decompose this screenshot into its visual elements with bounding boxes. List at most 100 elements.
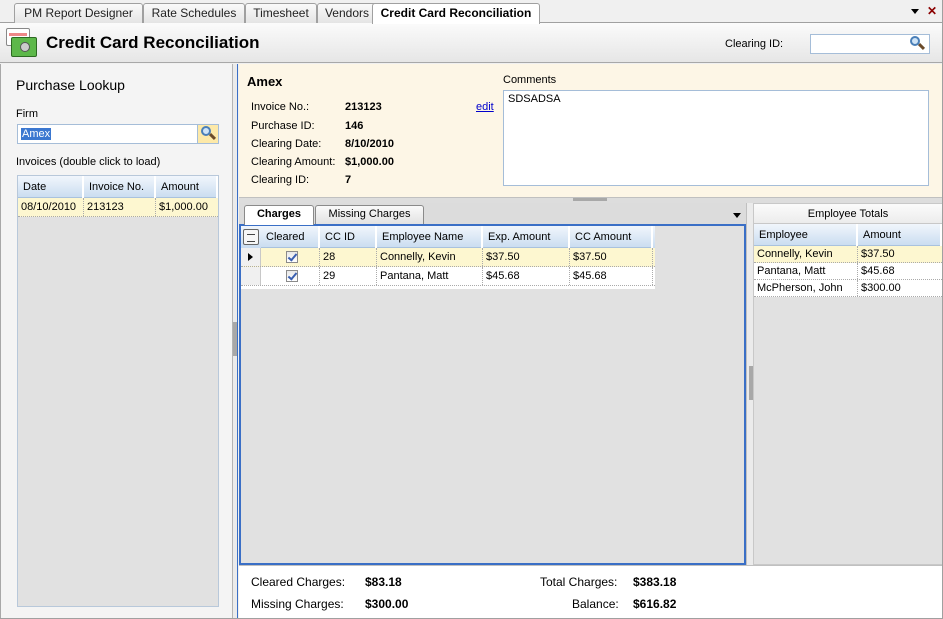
cc-amount: $45.68 xyxy=(570,267,653,285)
column-header-cleared[interactable]: Cleared xyxy=(261,226,320,248)
cc-amount: $37.50 xyxy=(570,248,653,266)
column-chooser-icon xyxy=(243,229,259,245)
clearing-date-value: 8/10/2010 xyxy=(345,138,394,150)
clearing-amount-value: $1,000.00 xyxy=(345,156,394,168)
row-selector[interactable] xyxy=(241,267,261,285)
employee-name: Connelly, Kevin xyxy=(377,248,483,266)
search-icon[interactable] xyxy=(908,36,926,52)
clearing-id-info-label: Clearing ID: xyxy=(251,174,310,186)
row-selector[interactable] xyxy=(241,248,261,266)
clearing-id-label: Clearing ID: xyxy=(725,38,784,50)
clearing-id-info-value: 7 xyxy=(345,174,352,186)
cc-id: 28 xyxy=(320,248,377,266)
balance-label: Balance: xyxy=(572,597,619,611)
tab-credit-card-reconciliation[interactable]: Credit Card Reconciliation xyxy=(372,3,540,24)
cleared-checkbox[interactable] xyxy=(285,270,298,282)
purchase-lookup-title: Purchase Lookup xyxy=(16,77,125,93)
edit-link[interactable]: edit xyxy=(476,101,494,113)
employee-total-row[interactable]: McPherson, John $300.00 xyxy=(754,280,942,297)
tab-timesheet[interactable]: Timesheet xyxy=(245,3,317,23)
invoices-grid-header: Date Invoice No. Amount xyxy=(18,176,218,198)
column-header-employee-name[interactable]: Employee Name xyxy=(377,226,483,248)
charges-menu-dropdown-icon[interactable] xyxy=(733,213,741,218)
employee-name: Pantana, Matt xyxy=(754,263,858,279)
clearing-id-search xyxy=(810,34,930,54)
comments-label: Comments xyxy=(503,74,557,86)
firm-input-value[interactable]: Amex xyxy=(21,128,52,140)
invoice-no-label: Invoice No.: xyxy=(251,101,310,113)
column-header-invoice-no[interactable]: Invoice No. xyxy=(84,176,156,198)
cleared-charges-label: Cleared Charges: xyxy=(251,575,346,589)
employee-name: McPherson, John xyxy=(754,280,858,296)
employee-amount: $300.00 xyxy=(861,282,901,294)
left-splitter[interactable] xyxy=(233,64,238,619)
firm-label: Firm xyxy=(16,108,38,120)
invoice-details-panel: Amex Invoice No.: 213123 Purchase ID: 14… xyxy=(239,64,943,198)
clearing-date-label: Clearing Date: xyxy=(251,138,322,150)
employee-name: Connelly, Kevin xyxy=(754,246,858,262)
charges-panel: Charges Missing Charges Cleared CC ID Em… xyxy=(239,203,746,565)
tab-vendors[interactable]: Vendors xyxy=(317,3,377,23)
cleared-charges-value: $83.18 xyxy=(365,575,402,589)
employee-total-row[interactable]: Pantana, Matt $45.68 xyxy=(754,263,942,280)
exp-amount: $37.50 xyxy=(483,248,570,266)
splitter-grip[interactable] xyxy=(233,322,237,356)
purchase-lookup-panel: Purchase Lookup Firm Amex Invoices (doub… xyxy=(0,64,233,619)
clearing-amount-label: Clearing Amount: xyxy=(251,156,336,168)
page-header: Credit Card Reconciliation Clearing ID: xyxy=(0,23,943,63)
invoice-no-value: 213123 xyxy=(345,101,382,113)
cleared-checkbox[interactable] xyxy=(285,251,298,263)
close-tab-icon[interactable]: ✕ xyxy=(927,4,937,18)
missing-charges-label: Missing Charges: xyxy=(251,597,344,611)
search-icon xyxy=(199,126,217,142)
charge-row[interactable]: 28 Connelly, Kevin $37.50 $37.50 xyxy=(241,248,655,267)
column-header-cc-amount[interactable]: CC Amount xyxy=(570,226,653,248)
tab-charges[interactable]: Charges xyxy=(244,205,314,225)
employee-name: Pantana, Matt xyxy=(377,267,483,285)
splitter-grip[interactable] xyxy=(573,198,607,201)
balance-value: $616.82 xyxy=(633,597,677,611)
page-title: Credit Card Reconciliation xyxy=(46,33,260,52)
employee-totals-title: Employee Totals xyxy=(754,204,942,224)
cc-id: 29 xyxy=(320,267,377,285)
clearing-id-input[interactable] xyxy=(811,35,906,53)
cleared-cell xyxy=(261,267,320,285)
tab-rate-schedules[interactable]: Rate Schedules xyxy=(143,3,245,23)
credit-card-icon xyxy=(6,28,37,58)
column-header-employee[interactable]: Employee xyxy=(754,224,858,246)
invoice-row[interactable]: 08/10/2010 213123 $1,000.00 xyxy=(18,198,218,217)
total-charges-label: Total Charges: xyxy=(540,575,618,589)
total-charges-value: $383.18 xyxy=(633,575,677,589)
cleared-cell xyxy=(261,248,320,266)
employee-total-row[interactable]: Connelly, Kevin $37.50 xyxy=(754,246,942,263)
current-row-arrow-icon xyxy=(248,253,253,261)
firm-input[interactable]: Amex xyxy=(17,124,219,144)
charge-row[interactable]: 29 Pantana, Matt $45.68 $45.68 xyxy=(241,267,655,286)
firm-name-heading: Amex xyxy=(247,74,283,89)
purchase-id-label: Purchase ID: xyxy=(251,120,315,132)
document-tabstrip: PM Report Designer Rate Schedules Timesh… xyxy=(0,0,943,24)
charges-grid: Cleared CC ID Employee Name Exp. Amount … xyxy=(239,224,746,565)
employee-totals-header: Employee Amount xyxy=(754,224,942,246)
column-chooser-button[interactable] xyxy=(241,226,261,248)
invoice-amount: $1,000.00 xyxy=(159,201,208,213)
missing-charges-value: $300.00 xyxy=(365,597,409,611)
tab-pm-report-designer[interactable]: PM Report Designer xyxy=(14,3,143,23)
employee-amount: $37.50 xyxy=(861,248,895,260)
column-header-cc-id[interactable]: CC ID xyxy=(320,226,377,248)
column-header-exp-amount[interactable]: Exp. Amount xyxy=(483,226,570,248)
column-header-amount[interactable]: Amount xyxy=(156,176,218,198)
invoices-label: Invoices (double click to load) xyxy=(16,156,161,168)
column-header-amount[interactable]: Amount xyxy=(858,224,942,246)
purchase-id-value: 146 xyxy=(345,120,364,132)
right-splitter[interactable] xyxy=(746,203,753,565)
invoices-grid: Date Invoice No. Amount 08/10/2010 21312… xyxy=(17,175,219,607)
comments-textarea[interactable]: SDSADSA xyxy=(503,90,929,186)
employee-amount: $45.68 xyxy=(861,265,895,277)
invoice-date: 08/10/2010 xyxy=(18,198,84,216)
firm-search-button[interactable] xyxy=(197,125,218,143)
tab-missing-charges[interactable]: Missing Charges xyxy=(315,205,424,224)
tab-list-dropdown-icon[interactable] xyxy=(910,8,919,14)
totals-panel: Cleared Charges: $83.18 Missing Charges:… xyxy=(239,565,943,619)
column-header-date[interactable]: Date xyxy=(18,176,84,198)
